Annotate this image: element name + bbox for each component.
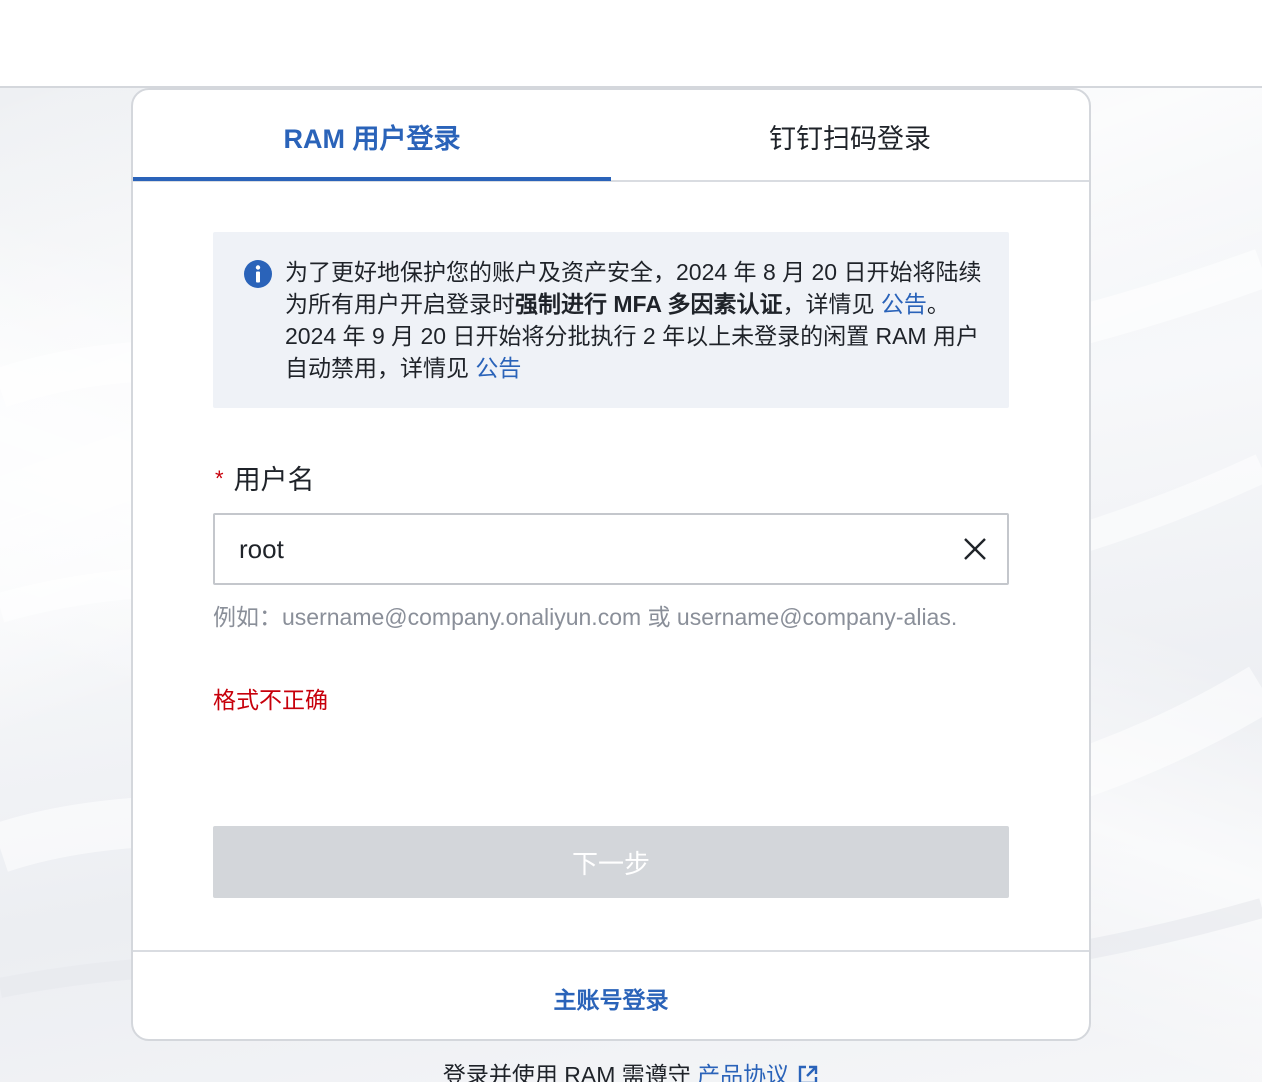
main-account-login-link[interactable]: 主账号登录 — [554, 981, 669, 1015]
announcement-link-2[interactable]: 公告 — [475, 355, 521, 381]
username-input[interactable] — [215, 515, 945, 583]
login-card: RAM 用户登录 钉钉扫码登录 为了更好地保护您的账户及资产安全，2024 年 … — [131, 88, 1091, 1041]
announcement-link-1[interactable]: 公告 — [881, 291, 927, 317]
tab-dingtalk-qr-login[interactable]: 钉钉扫码登录 — [611, 90, 1089, 182]
info-icon — [244, 260, 272, 288]
external-link-icon — [798, 1065, 818, 1082]
next-step-button[interactable]: 下一步 — [213, 826, 1009, 898]
username-label-text: 用户名 — [233, 465, 315, 495]
active-tab-indicator — [133, 177, 611, 181]
agreement-text: 登录并使用 RAM 需遵守 — [442, 1062, 698, 1082]
username-label: * 用户名 — [215, 458, 315, 497]
username-error: 格式不正确 — [213, 687, 328, 713]
clear-icon[interactable] — [961, 535, 989, 563]
username-field — [213, 513, 1009, 585]
login-tabs: RAM 用户登录 钉钉扫码登录 — [133, 90, 1089, 182]
tab-ram-user-login[interactable]: RAM 用户登录 — [133, 90, 611, 182]
product-agreement-link[interactable]: 产品协议 — [697, 1062, 819, 1082]
top-bar — [0, 0, 1262, 88]
required-mark: * — [215, 466, 224, 491]
security-notice: 为了更好地保护您的账户及资产安全，2024 年 8 月 20 日开始将陆续为所有… — [213, 232, 1009, 408]
notice-text-2: ，详情见 — [782, 291, 881, 317]
agreement-notice: 登录并使用 RAM 需遵守 产品协议 — [0, 1056, 1262, 1082]
product-agreement-label: 产品协议 — [697, 1062, 790, 1082]
card-footer: 主账号登录 — [133, 950, 1089, 1039]
notice-text-bold: 强制进行 MFA 多因素认证 — [515, 291, 783, 317]
username-hint: 例如：username@company.onaliyun.com 或 usern… — [213, 604, 958, 630]
